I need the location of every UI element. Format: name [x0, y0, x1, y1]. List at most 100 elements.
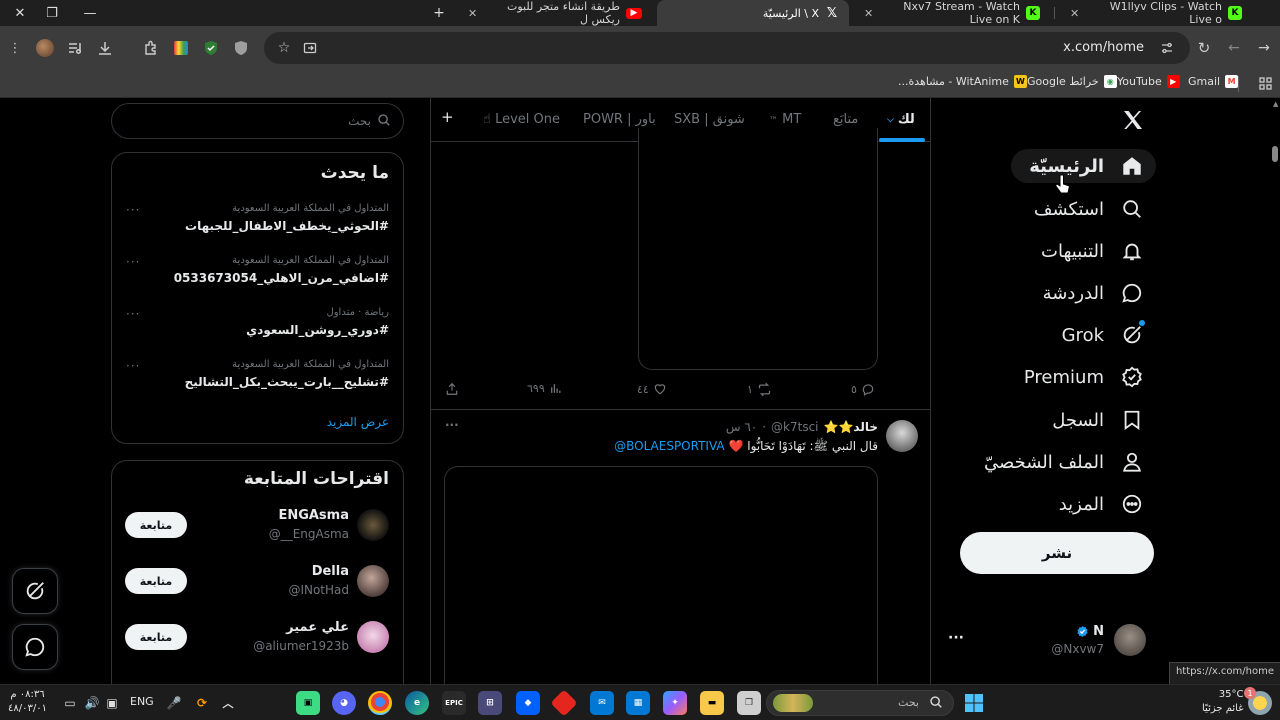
reply-button[interactable]: ٥ [851, 382, 875, 396]
author-avatar[interactable] [886, 420, 918, 452]
scrollbar-thumb[interactable] [1272, 146, 1278, 162]
tab-nxv7-stream[interactable]: K Nxv7 Stream - Watch Live on K ✕ [854, 0, 1050, 26]
install-app-icon[interactable] [300, 38, 320, 58]
post-button[interactable]: نشر [960, 532, 1154, 574]
account-switcher[interactable]: N @Nxvw7 ··· [940, 618, 1150, 668]
app-icon[interactable]: ⊞ [478, 691, 502, 715]
new-tab-button[interactable]: + [430, 5, 448, 21]
bookmark-google-maps[interactable]: ◉ خرائط Google [1027, 75, 1117, 88]
nav-more[interactable]: المزيد [1059, 487, 1144, 521]
discord-icon[interactable]: ◕ [332, 691, 356, 715]
windows-start-icon[interactable] [962, 691, 986, 715]
x-logo-icon[interactable] [1121, 108, 1145, 132]
follow-button[interactable]: متابعة [125, 512, 187, 538]
window-minimize-button[interactable]: — [70, 0, 110, 26]
media-control-icon[interactable] [64, 37, 86, 59]
all-bookmarks-icon[interactable] [1256, 74, 1274, 92]
back-arrow-icon[interactable]: → [1254, 38, 1274, 58]
anydesk-icon[interactable] [550, 689, 578, 717]
edge-icon[interactable]: e [405, 691, 429, 715]
scroll-up-icon[interactable]: ▲ [1273, 100, 1278, 108]
nav-grok[interactable]: Grok [1062, 318, 1145, 352]
nav-profile[interactable]: الملف الشخصيّ [984, 445, 1144, 479]
app-window-icon[interactable]: ❐ [737, 691, 761, 715]
shield-outline-icon[interactable] [230, 37, 252, 59]
weather-widget[interactable]: 35°C غائم جزئيًا [1202, 688, 1243, 716]
trend-more-icon[interactable]: ··· [126, 307, 140, 321]
post-more-icon[interactable]: ··· [445, 418, 459, 432]
add-feed-tab-button[interactable]: + [441, 108, 454, 126]
like-button[interactable]: ٤٤ [637, 382, 667, 396]
tab-close-icon[interactable]: ✕ [468, 7, 477, 20]
search-box[interactable]: بحث [111, 103, 404, 139]
share-button[interactable] [445, 382, 459, 396]
network-icon[interactable]: ▣ [100, 691, 124, 715]
window-restore-button[interactable]: ❐ [32, 0, 72, 26]
page-scrollbar[interactable]: ▲ [1270, 98, 1280, 684]
post-media[interactable] [638, 128, 878, 370]
tab-for-you[interactable]: ⌵ لك [887, 112, 915, 127]
messages-floating-button[interactable] [12, 624, 58, 670]
bookmark-gmail[interactable]: M Gmail [1188, 75, 1239, 88]
tab-powr[interactable]: POWR | باور [583, 112, 656, 127]
tab-youtube-video[interactable]: ▶ طريقة انشاء متجر للبوت ريكس ل ✕ [458, 0, 652, 26]
address-bar[interactable]: ☆ x.com/home [264, 32, 1190, 64]
trend-more-icon[interactable]: ··· [126, 255, 140, 269]
nav-bookmarks[interactable]: السجل [1052, 403, 1144, 437]
nav-home[interactable]: الرئيسيّة [1011, 149, 1156, 183]
taskbar-search[interactable]: بحث [766, 690, 954, 716]
dropbox-icon[interactable]: ◆ [516, 691, 540, 715]
author-handle[interactable]: @k7tsci [771, 420, 818, 434]
author-name[interactable]: خالد⭐⭐ [824, 420, 878, 434]
bookmark-star-icon[interactable]: ☆ [274, 38, 294, 58]
follow-button[interactable]: متابعة [125, 624, 187, 650]
account-more-icon[interactable]: ··· [948, 630, 964, 646]
android-app-icon[interactable]: ▣ [296, 691, 320, 715]
trend-more-icon[interactable]: ··· [126, 359, 140, 373]
site-settings-icon[interactable] [1158, 39, 1176, 57]
reload-icon[interactable]: ↻ [1194, 38, 1214, 58]
tab-following[interactable]: متابَع [833, 112, 858, 127]
nav-premium[interactable]: Premium [1024, 360, 1144, 394]
nav-explore[interactable]: استكشف [1034, 192, 1144, 226]
language-indicator[interactable]: ENG [130, 695, 154, 708]
grok-floating-button[interactable] [12, 568, 58, 614]
tab-mt[interactable]: ™ MT [769, 112, 801, 127]
tab-x-home[interactable]: 𝕏 X \ الرئيسيّة [657, 0, 849, 26]
trend-more-icon[interactable]: ··· [126, 203, 140, 217]
tab-level-one[interactable]: ☝ Level One [483, 112, 560, 127]
browser-menu-icon[interactable]: ⋮ [4, 37, 26, 59]
downloads-icon[interactable] [94, 37, 116, 59]
post-mention-link[interactable]: @BOLAESPORTIVA [614, 439, 725, 453]
shield-extension-icon[interactable] [200, 37, 222, 59]
show-more-link[interactable]: عرض المزيد [327, 415, 389, 429]
microphone-icon[interactable]: 🎤 [162, 691, 186, 715]
repost-button[interactable]: ١ [747, 382, 772, 397]
post-time[interactable]: ٦٠ س [726, 420, 757, 434]
nav-notifications[interactable]: التنبيهات [1041, 234, 1144, 268]
tab-sxb[interactable]: SXB | شونق [674, 112, 745, 127]
bookmark-youtube[interactable]: ▶ YouTube [1117, 75, 1180, 88]
nav-chat[interactable]: الدردشة [1043, 276, 1144, 310]
extension-colorful-icon[interactable] [170, 37, 192, 59]
tray-chevron-up-icon[interactable]: ︿ [216, 691, 240, 715]
tab-close-icon[interactable]: ✕ [1070, 7, 1079, 20]
extensions-icon[interactable] [140, 37, 162, 59]
sync-icon[interactable]: ⟳ [190, 691, 214, 715]
file-explorer-icon[interactable]: ▬ [700, 691, 724, 715]
epic-games-icon[interactable]: EPIC [442, 691, 466, 715]
bookmark-witanime[interactable]: W WitAnime - مشاهدة... [898, 75, 1027, 88]
forward-arrow-icon[interactable]: ← [1224, 38, 1244, 58]
post-media[interactable] [444, 466, 878, 684]
chrome-icon[interactable] [368, 691, 392, 715]
profile-avatar[interactable] [34, 37, 56, 59]
mail-icon[interactable]: ✉ [590, 691, 614, 715]
follow-button[interactable]: متابعة [125, 568, 187, 594]
views-stat[interactable]: ٦٩٩ [527, 382, 562, 395]
clock[interactable]: ٠٨:٣٦ م ٤٨/٠٣/٠١ [8, 688, 47, 716]
store-icon[interactable]: ▦ [626, 691, 650, 715]
copilot-icon[interactable]: ✦ [663, 691, 687, 715]
tab-willyv-clips[interactable]: K W1llyv Clips - Watch Live o ✕ [1060, 0, 1252, 26]
battery-icon[interactable]: ▭ [58, 691, 82, 715]
tab-close-icon[interactable]: ✕ [864, 7, 873, 20]
